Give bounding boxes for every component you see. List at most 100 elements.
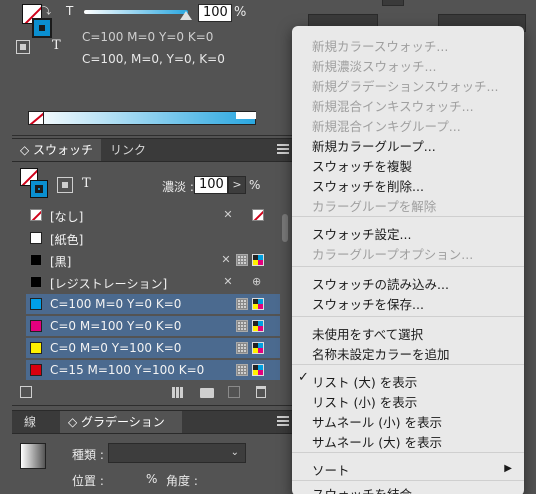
swatch-row-none[interactable]: [なし] ✕ [26,205,280,225]
menu-divider [292,316,524,317]
menu-divider [292,266,524,267]
panel-menu-icon[interactable] [277,144,289,154]
process-color-icon [236,320,248,332]
swatch-fill-stroke-widget[interactable] [20,168,50,198]
cmyk-mode-icon [252,298,264,310]
checkmark-icon: ✓ [298,370,309,385]
gradient-panel-menu-icon[interactable] [277,416,289,426]
tint-stepper-button[interactable]: > [228,176,246,194]
swatch-name: C=100 M=0 Y=0 K=0 [50,297,182,311]
cmyk-readout-1: C=100 M=0 Y=0 K=0 [82,30,214,44]
swatch-name: [レジストレーション] [50,277,168,291]
list-scrollbar[interactable] [282,214,288,242]
menu-divider [292,452,524,453]
swatch-name: [紙色] [50,233,84,247]
swatch-row-paper[interactable]: [紙色] [26,228,280,248]
swatches-panel-menu: 新規カラースウォッチ... 新規濃淡スウォッチ... 新規グラデーションスウォッ… [292,26,524,494]
process-color-icon [236,254,248,266]
divider [12,405,292,406]
menu-item-new-gradient-swatch[interactable]: 新規グラデーションスウォッチ... [312,76,498,95]
tab-links[interactable]: リンク [102,139,154,161]
menu-item-color-group-options[interactable]: カラーグループオプション... [312,244,473,263]
gradient-preview[interactable] [20,443,46,469]
menu-item-new-mixed-ink-swatch[interactable]: 新規混合インキスウォッチ... [312,96,474,115]
swatch-text-icon[interactable]: T [82,176,91,191]
gradient-type-select[interactable]: ⌄ [108,443,246,463]
menu-item-new-color-group[interactable]: 新規カラーグループ... [312,136,436,155]
swatch-row-black[interactable]: [黒] ✕ [26,250,280,270]
panels-column: ⤵ T T 100 % C=100 M=0 Y=0 K=0 C=100, M=0… [0,0,298,494]
folder-icon[interactable] [200,388,214,398]
swatch-row-red[interactable]: C=15 M=100 Y=100 K=0 [26,360,280,380]
text-formatting-icon[interactable]: T [52,38,61,53]
menu-item-list-small[interactable]: リスト (小) を表示 [312,392,417,411]
tint-value-input[interactable]: 100 [198,4,232,22]
color-ramp[interactable] [28,111,256,125]
swatch-row-yellow[interactable]: C=0 M=0 Y=100 K=0 [26,338,280,358]
gradient-tabbar: 線 ◇ グラデーション [12,410,292,434]
tint-symbol: T [66,4,74,18]
menu-item-duplicate-swatch[interactable]: スウォッチを複製 [312,156,412,175]
ramp-none-icon[interactable] [28,111,44,125]
slider-thumb-icon[interactable] [180,11,192,20]
new-color-group-icon[interactable] [172,387,184,398]
swatch-name: [なし] [50,210,84,224]
chevron-down-icon: ⌄ [230,447,239,458]
menu-item-load-swatches[interactable]: スウォッチの読み込み... [312,274,449,293]
tint-percent: % [234,5,247,20]
menu-divider [292,364,524,365]
non-editable-icon: ✕ [223,208,233,221]
process-color-icon [236,342,248,354]
menu-item-swatch-options[interactable]: スウォッチ設定... [312,224,411,243]
tab-swatches[interactable]: ◇ スウォッチ [12,139,102,161]
tab-stroke[interactable]: 線 [16,411,44,433]
trash-icon[interactable] [256,386,266,398]
menu-item-delete-swatch[interactable]: スウォッチを削除... [312,176,424,195]
swatch-name: [黒] [50,255,72,269]
menu-item-new-color-swatch[interactable]: 新規カラースウォッチ... [312,36,448,55]
new-swatch-icon[interactable] [228,386,240,398]
gradient-position-percent: % [146,472,158,486]
gradient-position-label: 位置 : [72,474,104,488]
menu-divider [292,480,524,481]
cmyk-mode-icon [252,342,264,354]
menu-item-thumbnail-large[interactable]: サムネール (大) を表示 [312,432,442,451]
menu-item-ungroup-color-group[interactable]: カラーグループを解除 [312,196,436,215]
swatch-row-registration[interactable]: [レジストレーション] ✕ ⊕ [26,272,280,292]
stroke-cyan-icon[interactable] [32,18,52,38]
menu-divider [292,216,524,217]
ramp-white-cap[interactable] [236,112,256,119]
cmyk-readout-2: C=100, M=0, Y=0, K=0 [82,52,225,66]
menu-item-sort[interactable]: ソート [312,460,350,479]
fill-stroke-widget[interactable]: ⤵ [22,4,56,38]
red-swatch-icon [30,364,42,376]
swatch-stroke-icon[interactable] [30,180,48,198]
swatch-tint-percent: % [249,178,261,192]
non-editable-icon: ✕ [221,253,231,266]
container-formatting-icon[interactable] [16,40,30,54]
swatches-tabbar: ◇ スウォッチ リンク [12,138,292,162]
menu-item-list-large[interactable]: リスト (大) を表示 [312,372,417,391]
swatch-tint-input[interactable]: 100 [194,176,228,194]
tab-gradient[interactable]: ◇ グラデーション [60,411,182,433]
swap-icon[interactable]: ⤵ [42,4,51,17]
show-kinds-icon[interactable] [20,386,32,398]
submenu-arrow-icon: ▶ [504,463,512,474]
divider [12,135,292,136]
menu-item-merge-swatches[interactable]: スウォッチを結合 [312,484,412,494]
menu-item-add-unnamed-colors[interactable]: 名称未設定カラーを追加 [312,344,450,363]
menu-item-select-all-unused[interactable]: 未使用をすべて選択 [312,324,423,343]
swatch-row-cyan[interactable]: C=100 M=0 Y=0 K=0 [26,294,280,314]
menu-item-thumbnail-small[interactable]: サムネール (小) を表示 [312,412,442,431]
menu-item-new-mixed-ink-group[interactable]: 新規混合インキグループ... [312,116,461,135]
menu-item-new-tint-swatch[interactable]: 新規濃淡スウォッチ... [312,56,436,75]
swatch-row-magenta[interactable]: C=0 M=100 Y=0 K=0 [26,316,280,336]
magenta-swatch-icon [30,320,42,332]
tint-slider[interactable] [84,10,188,14]
none-type-icon [252,209,264,221]
cmyk-mode-icon [252,364,264,376]
gradient-type-label: 種類 : [72,448,104,462]
menu-item-save-swatches[interactable]: スウォッチを保存... [312,294,424,313]
gradient-angle-label: 角度 : [166,474,198,488]
swatch-container-icon[interactable] [57,177,73,193]
